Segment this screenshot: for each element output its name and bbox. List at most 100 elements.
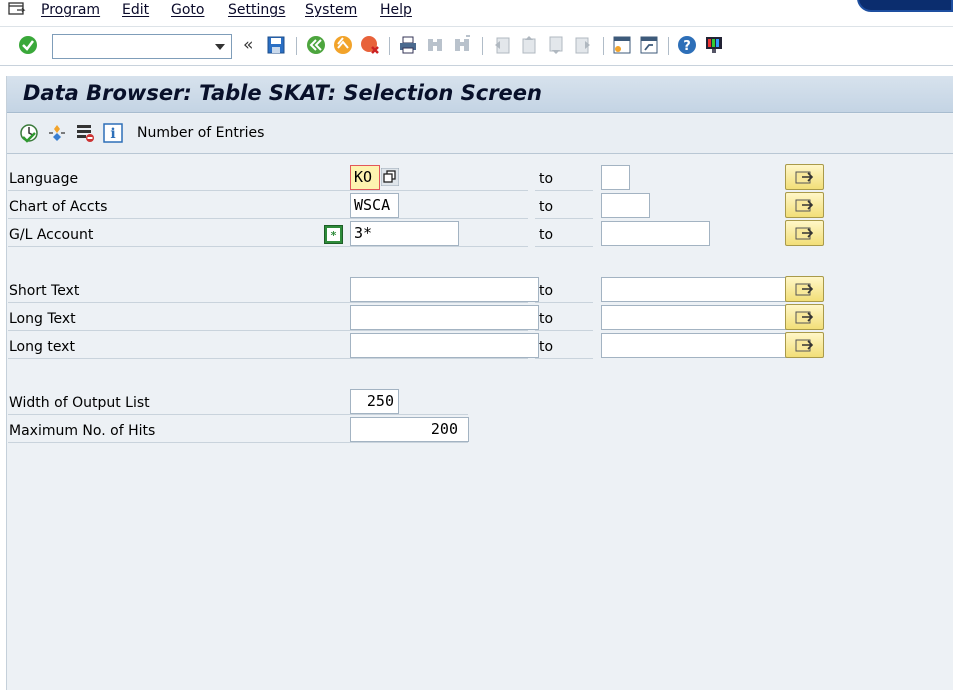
to-text: to: [539, 311, 554, 327]
long-text-to-label: to: [535, 305, 593, 331]
multiple-selection-button[interactable]: [785, 276, 824, 302]
chart-of-accounts-to-input[interactable]: [601, 193, 650, 218]
output-width-row: Width of Output List: [8, 389, 468, 415]
title-bar: Data Browser: Table SKAT: Selection Scre…: [7, 76, 953, 113]
menu-help[interactable]: Help: [380, 2, 412, 18]
multiple-selection-icon: [795, 311, 813, 324]
language-label: Language: [9, 171, 79, 187]
window-control-button[interactable]: [857, 0, 953, 12]
last-page-icon[interactable]: [573, 35, 593, 55]
long-text-2-to-input[interactable]: [601, 333, 790, 358]
max-hits-value: 200: [430, 420, 458, 438]
value-help-icon[interactable]: [381, 168, 399, 186]
gl-account-from-input[interactable]: 3*: [350, 221, 459, 246]
multiple-selection-button[interactable]: [785, 220, 824, 246]
print-icon[interactable]: [398, 35, 418, 55]
long-text-2-label: Long text: [9, 339, 75, 355]
next-page-icon[interactable]: [546, 35, 566, 55]
generate-shortcut-icon[interactable]: [639, 35, 659, 55]
svg-text:i: i: [110, 126, 115, 142]
cancel-icon[interactable]: [360, 35, 380, 55]
long-text-label: Long Text: [9, 311, 76, 327]
short-text-to-input[interactable]: [601, 277, 790, 302]
multiple-selection-icon: [795, 171, 813, 184]
menu-program[interactable]: Program: [41, 2, 100, 18]
language-to-label: to: [535, 165, 593, 191]
long-text-to-input[interactable]: [601, 305, 790, 330]
multiple-selection-icon: [795, 199, 813, 212]
svg-text:*: *: [331, 229, 337, 242]
toolbar-separator: [482, 37, 483, 55]
toolbar-separator: [603, 37, 604, 55]
exit-icon[interactable]: [333, 35, 353, 55]
enter-check-icon[interactable]: [18, 35, 38, 55]
gl-account-label: G/L Account: [9, 227, 94, 243]
menu-edit[interactable]: Edit: [122, 2, 149, 18]
to-text: to: [539, 227, 554, 243]
select-options-icon[interactable]: [47, 123, 67, 143]
output-width-label: Width of Output List: [9, 395, 150, 411]
chevron-down-icon[interactable]: [215, 44, 225, 50]
language-from-input[interactable]: KO: [350, 165, 380, 190]
toolbar-separator: [296, 37, 297, 55]
multiple-selection-button[interactable]: [785, 192, 824, 218]
selection-option-icon[interactable]: *: [324, 225, 343, 244]
short-text-from-input[interactable]: [350, 277, 539, 302]
language-to-input[interactable]: [601, 165, 630, 190]
output-width-input[interactable]: 250: [350, 389, 399, 414]
toolbar-separator: [668, 37, 669, 55]
short-text-label: Short Text: [9, 283, 80, 299]
long-text-2-from-input[interactable]: [350, 333, 539, 358]
chart-of-accounts-from-value: WSCA: [354, 196, 391, 214]
gl-account-to-input[interactable]: [601, 221, 710, 246]
multiple-selection-icon: [795, 283, 813, 296]
back-icon[interactable]: [306, 35, 326, 55]
chart-of-accounts-to-label: to: [535, 193, 593, 219]
to-text: to: [539, 171, 554, 187]
multiple-selection-icon: [795, 227, 813, 240]
menu-settings[interactable]: Settings: [228, 2, 285, 18]
system-menu-icon[interactable]: [8, 2, 26, 18]
chart-of-accounts-from-input[interactable]: WSCA: [350, 193, 399, 218]
create-session-icon[interactable]: [612, 35, 632, 55]
multiple-selection-icon: [795, 339, 813, 352]
toolbar-separator: [389, 37, 390, 55]
execute-icon[interactable]: [19, 123, 39, 143]
customize-layout-icon[interactable]: [704, 35, 724, 55]
gl-account-to-label: to: [535, 221, 593, 247]
menu-goto[interactable]: Goto: [171, 2, 204, 18]
first-page-icon[interactable]: [492, 35, 512, 55]
information-icon[interactable]: i: [103, 123, 123, 143]
page-title: Data Browser: Table SKAT: Selection Scre…: [23, 81, 542, 105]
find-next-icon[interactable]: [452, 35, 472, 55]
output-width-value: 250: [366, 392, 394, 410]
standard-toolbar: « ?: [0, 28, 953, 66]
application-toolbar: i Number of Entries: [7, 114, 953, 154]
menu-bar: Program Edit Goto Settings System Help: [0, 0, 953, 27]
field-selection-icon[interactable]: [75, 123, 95, 143]
chart-of-accounts-label: Chart of Accts: [9, 199, 108, 215]
menu-system[interactable]: System: [305, 2, 357, 18]
find-icon[interactable]: [425, 35, 445, 55]
collapse-command-icon[interactable]: «: [243, 35, 253, 55]
max-hits-input[interactable]: 200: [350, 417, 469, 442]
previous-page-icon[interactable]: [519, 35, 539, 55]
svg-text:?: ?: [683, 39, 691, 54]
command-field[interactable]: [52, 34, 232, 59]
language-row: Language: [8, 165, 528, 191]
long-text-from-input[interactable]: [350, 305, 539, 330]
multiple-selection-button[interactable]: [785, 164, 824, 190]
chart-of-accounts-row: Chart of Accts: [8, 193, 528, 219]
help-icon[interactable]: ?: [677, 35, 697, 55]
language-from-value: KO: [354, 168, 373, 186]
multiple-selection-button[interactable]: [785, 332, 824, 358]
to-text: to: [539, 283, 554, 299]
number-of-entries-button[interactable]: Number of Entries: [137, 125, 264, 141]
multiple-selection-button[interactable]: [785, 304, 824, 330]
to-text: to: [539, 199, 554, 215]
short-text-to-label: to: [535, 277, 593, 303]
save-icon[interactable]: [266, 35, 286, 55]
to-text: to: [539, 339, 554, 355]
long-text-2-to-label: to: [535, 333, 593, 359]
max-hits-label: Maximum No. of Hits: [9, 423, 156, 439]
